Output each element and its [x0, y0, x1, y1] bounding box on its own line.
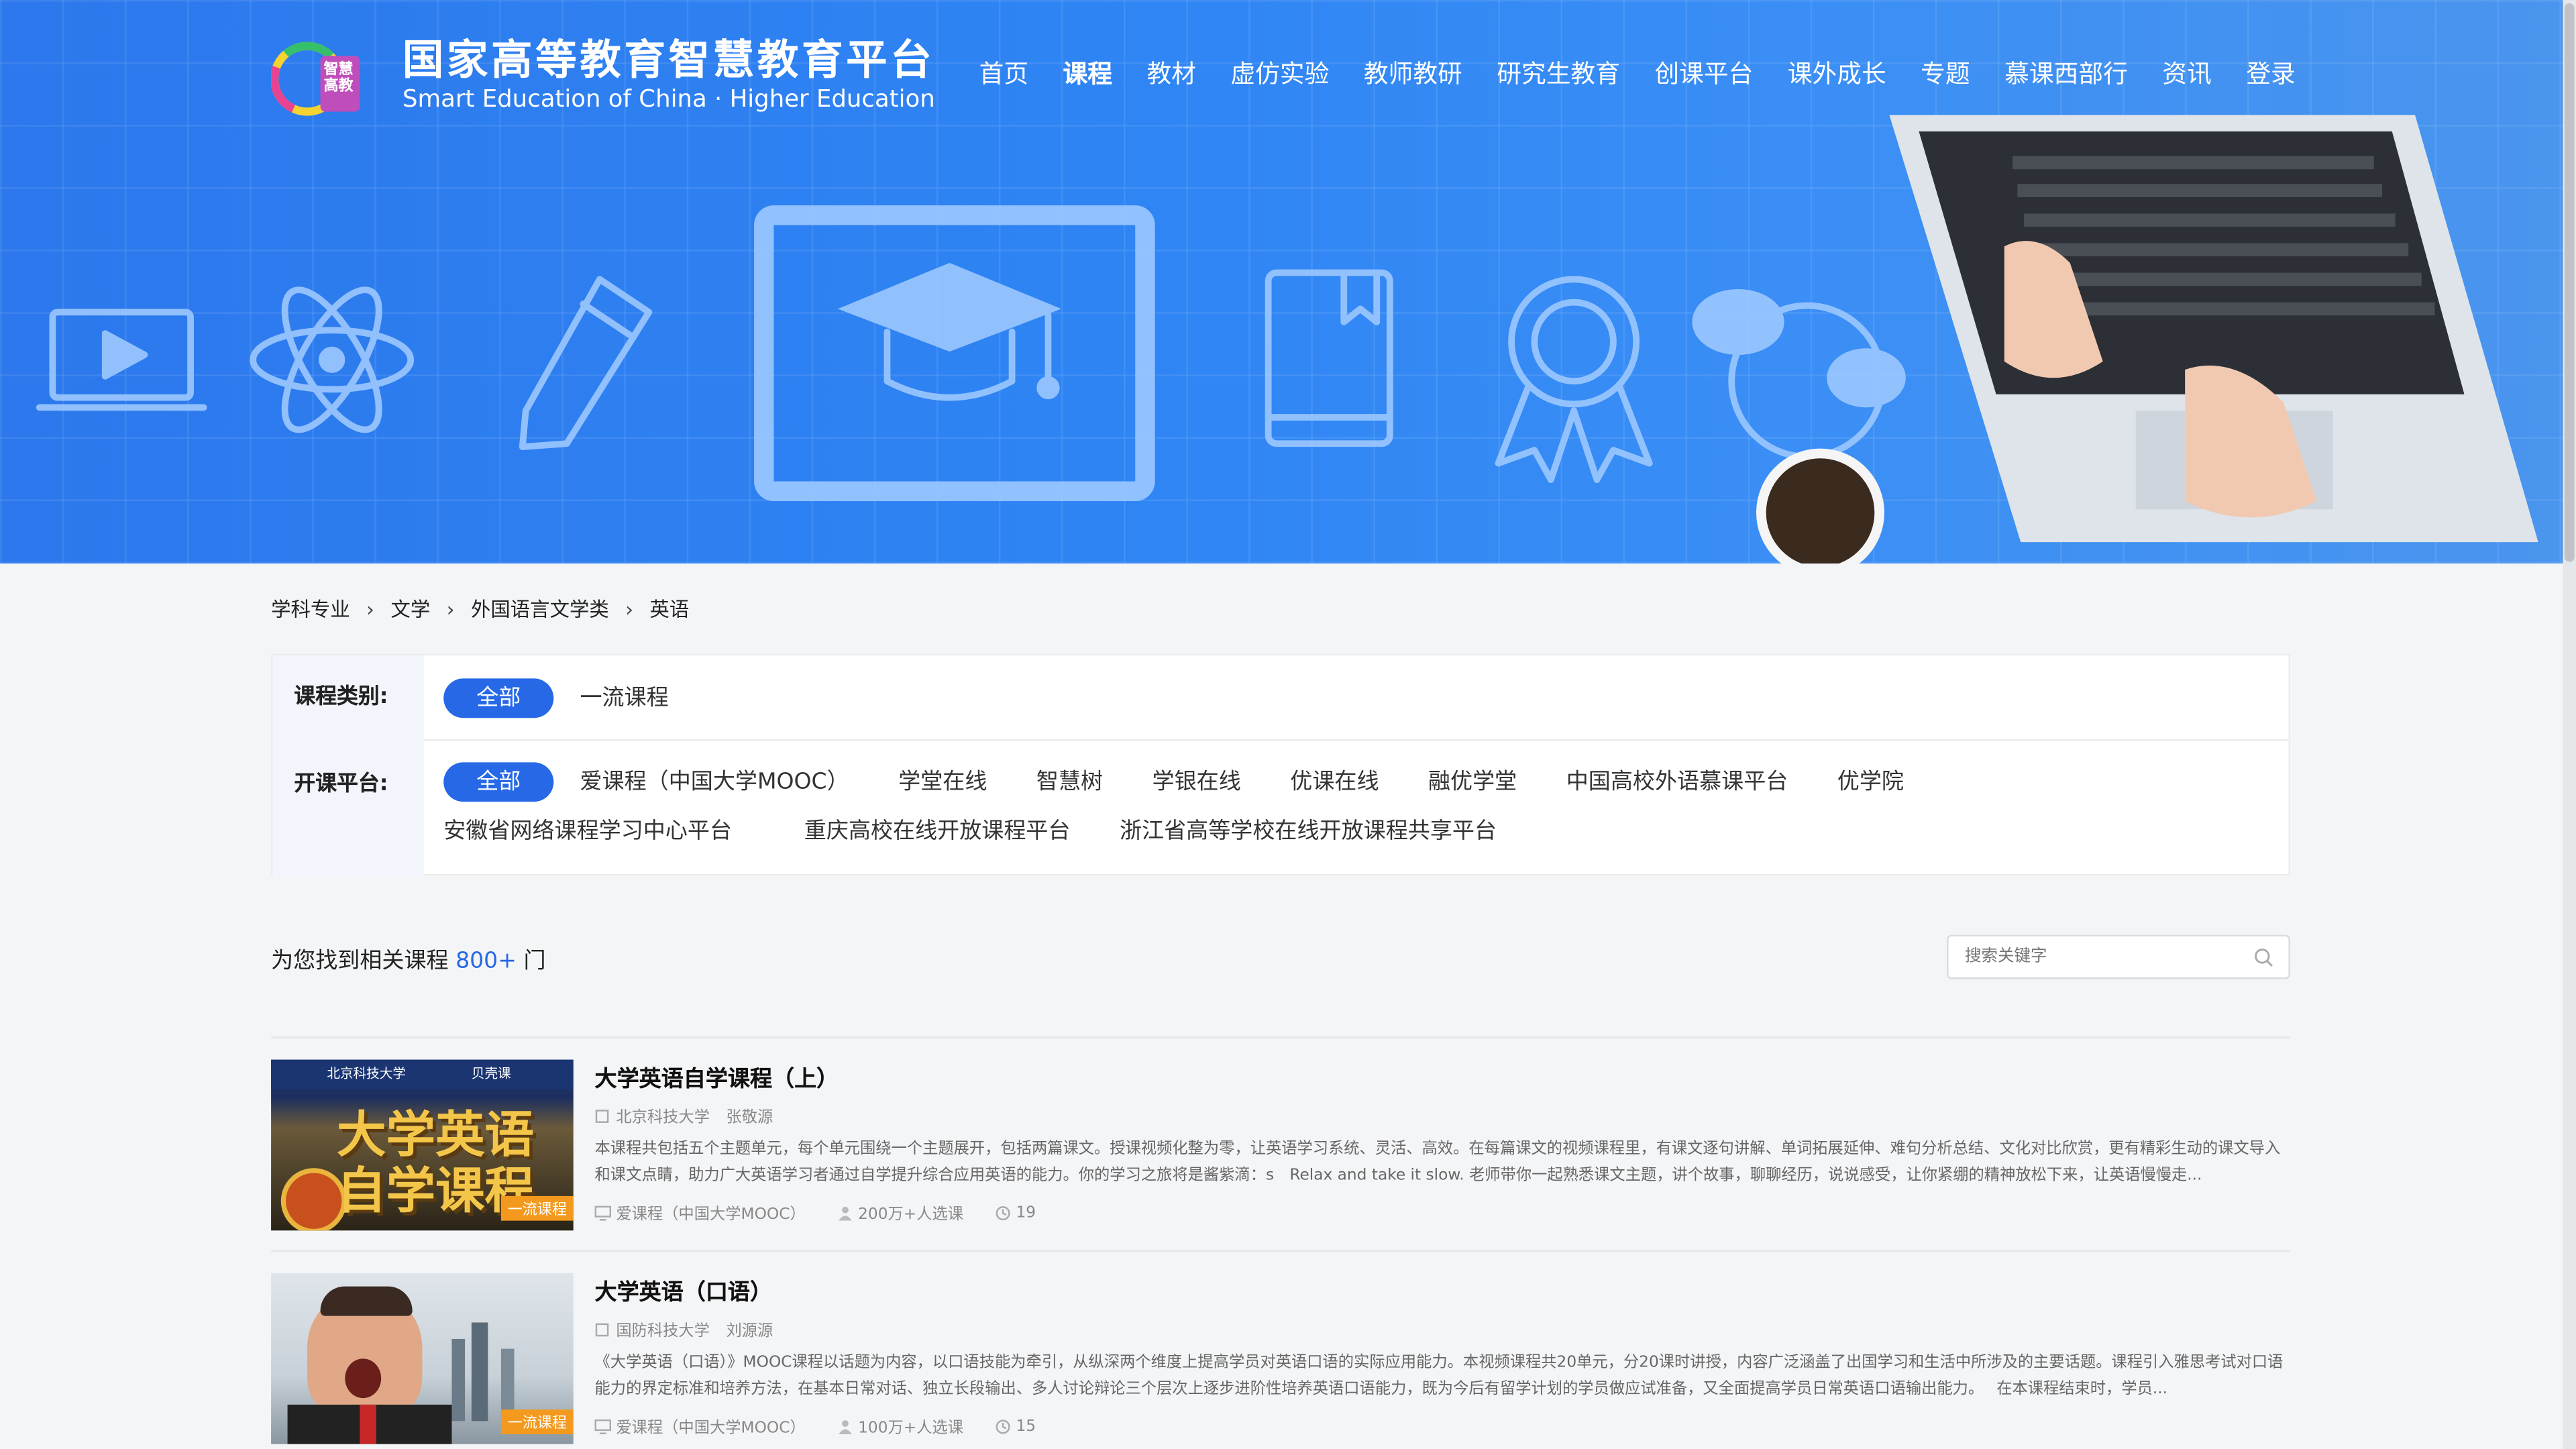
platform-option[interactable]: 优课在线 — [1290, 762, 1379, 802]
breadcrumb-current: 英语 — [649, 598, 690, 621]
breadcrumb-item[interactable]: 学科专业 — [271, 595, 350, 623]
category-option-all[interactable]: 全部 — [443, 678, 554, 718]
course-card[interactable]: 一流课程 大学英语（口语） 国防科技大学 刘源源 《大学英语（口语）》MOOC课… — [271, 1250, 2290, 1449]
nav-news[interactable]: 资讯 — [2162, 58, 2212, 91]
course-learners: 200万+人选课 — [858, 1205, 964, 1224]
course-list: 北京科技大学 贝壳课 大学英语自学课程 一流课程 大学英语自学课程（上） 北京科… — [271, 1036, 2290, 1449]
search-input[interactable] — [1948, 936, 2245, 978]
nav-virtual-lab[interactable]: 虚仿实验 — [1230, 58, 1329, 91]
hero-banner: 智慧高教 国家高等教育智慧教育平台 Smart Education of Chi… — [0, 0, 2563, 564]
user-icon — [839, 1419, 853, 1434]
platform-option[interactable]: 安徽省网络课程学习中心平台 — [443, 812, 732, 851]
platform-option[interactable]: 浙江省高等学校在线开放课程共享平台 — [1120, 812, 1497, 851]
scrollbar-thumb[interactable] — [2564, 3, 2575, 562]
course-teacher: 张敬源 — [726, 1109, 773, 1128]
results-prefix: 为您找到相关课程 — [271, 948, 449, 975]
course-school: 国防科技大学 — [616, 1322, 710, 1341]
course-thumbnail[interactable]: 一流课程 — [271, 1273, 574, 1444]
nav-textbooks[interactable]: 教材 — [1146, 58, 1196, 91]
filter-row-category: 课程类别: 全部 一流课程 — [272, 655, 2289, 741]
platform-option[interactable]: 爱课程（中国大学MOOC） — [580, 762, 849, 802]
logo-title-cn: 国家高等教育智慧教育平台 — [402, 36, 935, 84]
course-title[interactable]: 大学英语自学课程（上） — [595, 1063, 2290, 1096]
breadcrumb-item[interactable]: 外国语言文学类 — [471, 595, 609, 623]
platform-option[interactable]: 中国高校外语慕课平台 — [1566, 762, 1788, 802]
platform-option[interactable]: 智慧树 — [1036, 762, 1103, 802]
top-nav: 首页 课程 教材 虚仿实验 教师教研 研究生教育 创课平台 课外成长 专题 慕课… — [979, 58, 2330, 91]
course-platform: 爱课程（中国大学MOOC） — [616, 1419, 806, 1438]
filter-label-platform: 开课平台: — [272, 741, 424, 876]
clock-icon — [996, 1205, 1011, 1220]
course-title[interactable]: 大学英语（口语） — [595, 1277, 2290, 1309]
platform-option[interactable]: 重庆高校在线开放课程平台 — [804, 812, 1071, 851]
thumbnail-school-text: 北京科技大学 — [327, 1066, 406, 1081]
course-platform: 爱课程（中国大学MOOC） — [616, 1205, 806, 1224]
course-learners: 100万+人选课 — [858, 1419, 964, 1438]
nav-login[interactable]: 登录 — [2246, 58, 2296, 91]
course-description: 《大学英语（口语）》MOOC课程以话题为内容，以口语技能为牵引，从纵深两个维度上… — [594, 1353, 2284, 1399]
logo-icon: 智慧高教 — [270, 33, 366, 118]
first-class-badge: 一流课程 — [500, 1409, 574, 1434]
nav-courses[interactable]: 课程 — [1063, 58, 1113, 91]
user-icon — [839, 1205, 853, 1220]
chevron-right-icon: › — [625, 597, 634, 621]
nav-graduate[interactable]: 研究生教育 — [1497, 58, 1620, 91]
breadcrumb-item[interactable]: 文学 — [390, 595, 430, 623]
breadcrumb: 学科专业 › 文学 › 外国语言文学类 › 英语 — [271, 595, 689, 623]
site-logo[interactable]: 智慧高教 国家高等教育智慧教育平台 Smart Education of Chi… — [270, 33, 935, 118]
filter-row-platform: 开课平台: 全部 爱课程（中国大学MOOC） 学堂在线 智慧树 学银在线 优课在… — [272, 741, 2289, 876]
course-sessions: 15 — [1016, 1417, 1036, 1436]
course-thumbnail[interactable]: 北京科技大学 贝壳课 大学英语自学课程 一流课程 — [271, 1059, 574, 1231]
logo-title-en: Smart Education of China · Higher Educat… — [402, 87, 935, 113]
nav-teacher-research[interactable]: 教师教研 — [1364, 58, 1462, 91]
page: 智慧高教 国家高等教育智慧教育平台 Smart Education of Chi… — [0, 0, 2576, 1449]
school-icon — [595, 1322, 609, 1336]
platform-option[interactable]: 学银在线 — [1152, 762, 1241, 802]
monitor-icon — [594, 1205, 612, 1220]
nav-extracurricular[interactable]: 课外成长 — [1788, 58, 1886, 91]
nav-home[interactable]: 首页 — [979, 58, 1029, 91]
course-school: 北京科技大学 — [616, 1109, 710, 1128]
course-card[interactable]: 北京科技大学 贝壳课 大学英语自学课程 一流课程 大学英语自学课程（上） 北京科… — [271, 1036, 2290, 1250]
filter-label-category: 课程类别: — [272, 655, 424, 741]
course-description: 本课程共包括五个主题单元，每个单元围绕一个主题展开，包括两篇课文。授课视频化整为… — [594, 1140, 2281, 1185]
first-class-badge: 一流课程 — [500, 1195, 574, 1221]
chevron-right-icon: › — [446, 597, 455, 621]
vertical-scrollbar[interactable] — [2563, 0, 2576, 1449]
chevron-right-icon: › — [366, 597, 374, 621]
results-count: 为您找到相关课程 800+ 门 — [271, 941, 545, 974]
filter-panel: 课程类别: 全部 一流课程 开课平台: 全部 爱课程（中国大学MOOC） 学堂在… — [271, 653, 2290, 876]
platform-option[interactable]: 融优学堂 — [1428, 762, 1517, 802]
clock-icon — [996, 1419, 1011, 1434]
results-number: 800+ — [455, 948, 517, 975]
platform-option[interactable]: 学堂在线 — [898, 762, 987, 802]
nav-topics[interactable]: 专题 — [1921, 58, 1970, 91]
course-teacher: 刘源源 — [726, 1322, 773, 1341]
thumbnail-platform-text: 贝壳课 — [471, 1066, 511, 1081]
school-icon — [595, 1109, 609, 1122]
search-icon[interactable] — [2254, 948, 2273, 967]
course-sessions: 19 — [1016, 1203, 1036, 1222]
results-suffix: 门 — [523, 948, 546, 975]
logo-badge: 智慧高教 — [323, 62, 354, 96]
nav-mooc-west[interactable]: 慕课西部行 — [2004, 58, 2128, 91]
search-box — [1947, 934, 2290, 979]
nav-create-course[interactable]: 创课平台 — [1654, 58, 1753, 91]
platform-option-all[interactable]: 全部 — [443, 762, 554, 802]
platform-option[interactable]: 优学院 — [1837, 762, 1904, 802]
monitor-icon — [594, 1418, 612, 1434]
category-option-first-class[interactable]: 一流课程 — [580, 678, 668, 718]
